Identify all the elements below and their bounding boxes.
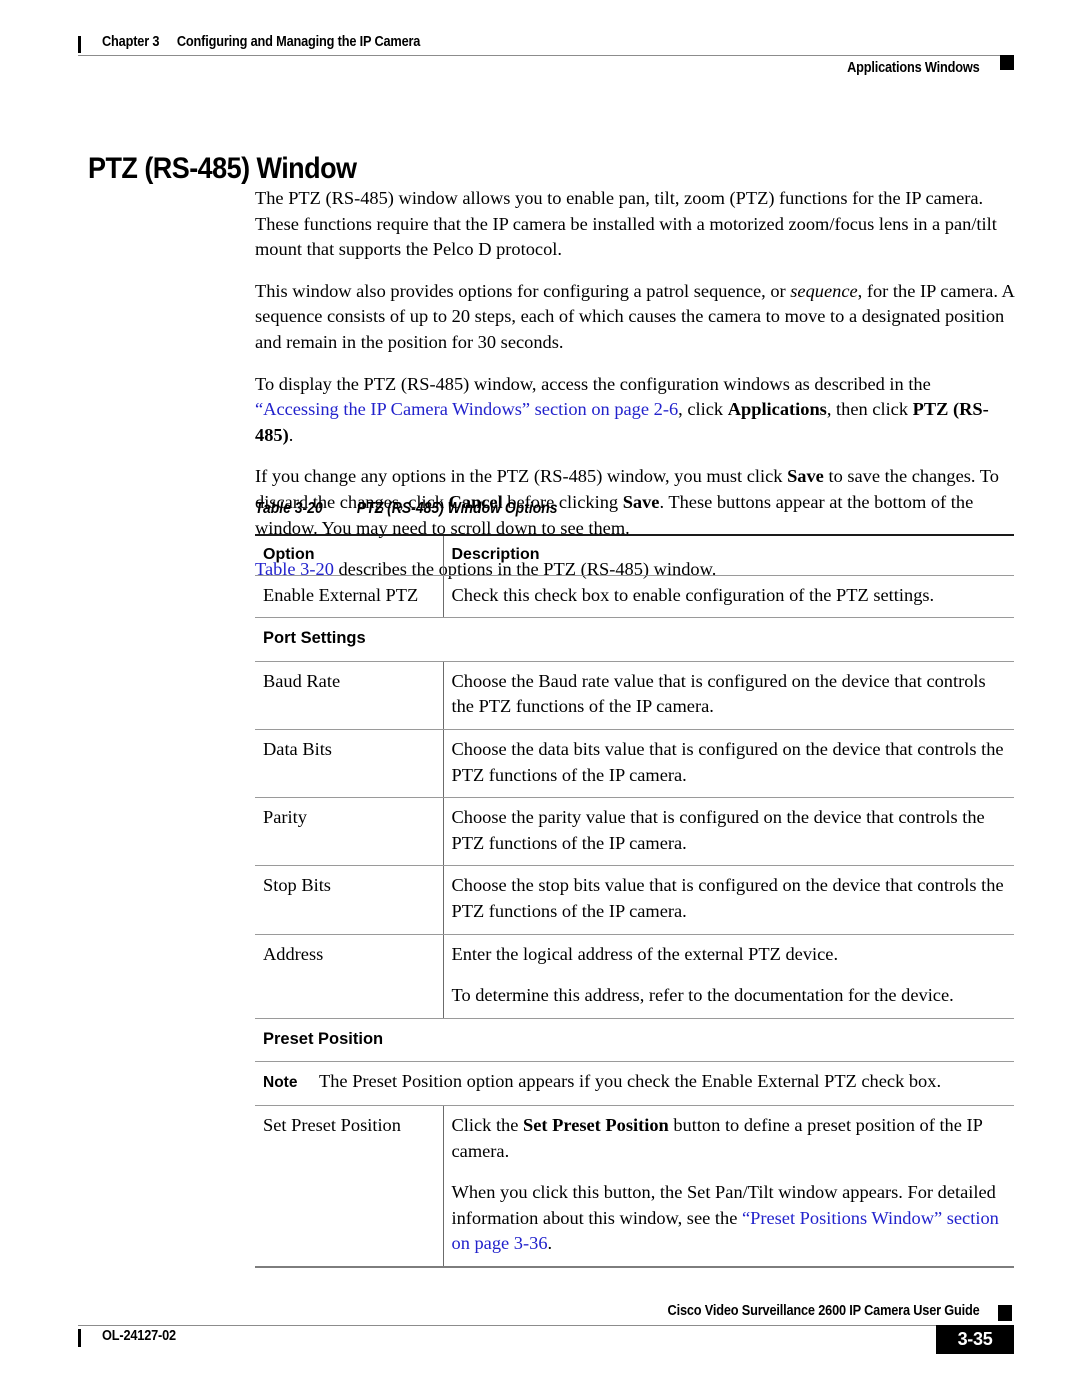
table-cell-description-paragraph: Enter the logical address of the externa… bbox=[451, 943, 839, 964]
table-header-option: Option bbox=[255, 533, 444, 576]
paragraph-display-bold-applications: Applications bbox=[727, 399, 827, 420]
table-cell-option: Address bbox=[255, 934, 444, 1019]
page-footer: Cisco Video Surveillance 2600 IP Camera … bbox=[78, 1303, 1014, 1363]
table-cell-description: Choose the stop bits value that is confi… bbox=[443, 865, 1014, 935]
page-header: Chapter 3 Configuring and Managing the IP… bbox=[78, 34, 1014, 78]
paragraph-display-text-c: , then click bbox=[826, 399, 913, 420]
footer-page-number-box: 3-35 bbox=[936, 1325, 1014, 1354]
paragraph-save-text-a: If you change any options in the PTZ (RS… bbox=[255, 466, 788, 487]
table-note-row: Note The Preset Position option appears i… bbox=[255, 1061, 1014, 1106]
table-cell-description: Choose the parity value that is configur… bbox=[443, 797, 1014, 867]
paragraph-display-text-d: . bbox=[288, 424, 294, 445]
paragraph-save-bold-save-1: Save bbox=[787, 466, 824, 487]
footer-guide-title: Cisco Video Surveillance 2600 IP Camera … bbox=[667, 1303, 980, 1319]
header-chapter: Chapter 3 Configuring and Managing the IP… bbox=[102, 34, 420, 50]
paragraph-intro-text: The PTZ (RS-485) window allows you to en… bbox=[255, 188, 997, 260]
paragraph-sequence-italic: sequence bbox=[790, 280, 858, 301]
desc-bold-set-preset-position: Set Preset Position bbox=[523, 1114, 669, 1135]
table-header-description: Description bbox=[443, 533, 1014, 576]
note-label: Note bbox=[263, 1074, 298, 1092]
paragraph-display-window: To display the PTZ (RS-485) window, acce… bbox=[255, 372, 1015, 449]
header-section-title: Applications Windows bbox=[847, 60, 981, 76]
table-cell-description: Click the Set Preset Position button to … bbox=[443, 1105, 1014, 1268]
header-rule bbox=[78, 55, 1014, 56]
header-left-marker bbox=[78, 36, 81, 53]
paragraph-display-text-a: To display the PTZ (RS-485) window, acce… bbox=[255, 373, 931, 394]
note-text: The Preset Position option appears if yo… bbox=[319, 1071, 942, 1092]
table-note-cell: Note The Preset Position option appears i… bbox=[255, 1061, 1014, 1106]
table-cell-description-paragraph: Choose the parity value that is configur… bbox=[451, 807, 985, 853]
footer-marker-square-icon bbox=[998, 1305, 1012, 1321]
table-cell-description: Check this check box to enable configura… bbox=[443, 575, 1014, 619]
table-row: Parity Choose the parity value that is c… bbox=[255, 797, 1014, 867]
paragraph-intro: The PTZ (RS-485) window allows you to en… bbox=[255, 186, 1015, 263]
footer-left-marker bbox=[78, 1329, 81, 1347]
table-cell-option: Enable External PTZ bbox=[255, 575, 444, 619]
table-row: Enable External PTZ Check this check box… bbox=[255, 575, 1014, 619]
table-section-row-preset-position: Preset Position bbox=[255, 1018, 1014, 1063]
table-cell-description: Choose the data bits value that is confi… bbox=[443, 729, 1014, 799]
table-cell-description-paragraph: Check this check box to enable configura… bbox=[451, 584, 935, 605]
table-row: Baud Rate Choose the Baud rate value tha… bbox=[255, 661, 1014, 730]
paragraph-sequence-text-a: This window also provides options for co… bbox=[255, 280, 791, 301]
table-section-row-port-settings: Port Settings bbox=[255, 617, 1014, 662]
table-section-label: Port Settings bbox=[255, 617, 1014, 662]
table-header-row: Option Description bbox=[255, 533, 1014, 576]
table-cell-option: Data Bits bbox=[255, 729, 444, 799]
table-row: Set Preset Position Click the Set Preset… bbox=[255, 1105, 1014, 1268]
table-cell-description-paragraph: Choose the stop bits value that is confi… bbox=[451, 875, 1004, 921]
paragraph-display-text-b: , click bbox=[678, 399, 728, 420]
footer-rule bbox=[78, 1325, 1014, 1326]
table-cell-description-paragraph: Choose the data bits value that is confi… bbox=[451, 738, 1004, 785]
table-caption: Table 3-20 PTZ (RS-485) Window Options bbox=[255, 500, 558, 518]
table-cell-description-paragraph: When you click this button, the Set Pan/… bbox=[452, 1180, 1005, 1257]
table-cell-description: Choose the Baud rate value that is confi… bbox=[443, 661, 1014, 730]
footer-document-id: OL-24127-02 bbox=[102, 1328, 176, 1344]
paragraph-save-bold-save-2: Save bbox=[622, 491, 660, 512]
link-accessing-ip-camera-windows[interactable]: “Accessing the IP Camera Windows” sectio… bbox=[255, 399, 678, 419]
page-title: PTZ (RS-485) Window bbox=[88, 152, 357, 186]
table-row: Stop Bits Choose the stop bits value tha… bbox=[255, 865, 1014, 935]
table-cell-option: Stop Bits bbox=[255, 865, 444, 935]
desc-text-a: Click the bbox=[451, 1114, 524, 1135]
table-cell-description-paragraph: To determine this address, refer to the … bbox=[451, 985, 954, 1006]
paragraph-sequence: This window also provides options for co… bbox=[255, 279, 1015, 356]
table-row: Address Enter the logical address of the… bbox=[255, 934, 1014, 1019]
table-row: Data Bits Choose the data bits value tha… bbox=[255, 729, 1014, 799]
header-chapter-number: Chapter 3 bbox=[102, 34, 160, 50]
table-caption-number: Table 3-20 bbox=[255, 500, 323, 517]
table-caption-title: PTZ (RS-485) Window Options bbox=[356, 500, 558, 517]
footer-page-number: 3-35 bbox=[957, 1329, 993, 1349]
table-cell-option: Set Preset Position bbox=[255, 1105, 444, 1268]
table-cell-option: Baud Rate bbox=[255, 661, 444, 730]
table-cell-description: Enter the logical address of the externa… bbox=[443, 934, 1014, 1019]
table-section-label: Preset Position bbox=[255, 1018, 1014, 1063]
header-marker-square-icon bbox=[1000, 55, 1014, 70]
table-cell-option: Parity bbox=[255, 797, 444, 867]
table-cell-description-paragraph: Choose the Baud rate value that is confi… bbox=[451, 670, 986, 717]
desc-text-d: . bbox=[547, 1233, 553, 1254]
header-chapter-title: Configuring and Managing the IP Camera bbox=[176, 34, 421, 50]
table-cell-description-paragraph: Click the Set Preset Position button to … bbox=[452, 1113, 1005, 1164]
ptz-options-table: Option Description Enable External PTZ C… bbox=[255, 533, 1014, 1268]
